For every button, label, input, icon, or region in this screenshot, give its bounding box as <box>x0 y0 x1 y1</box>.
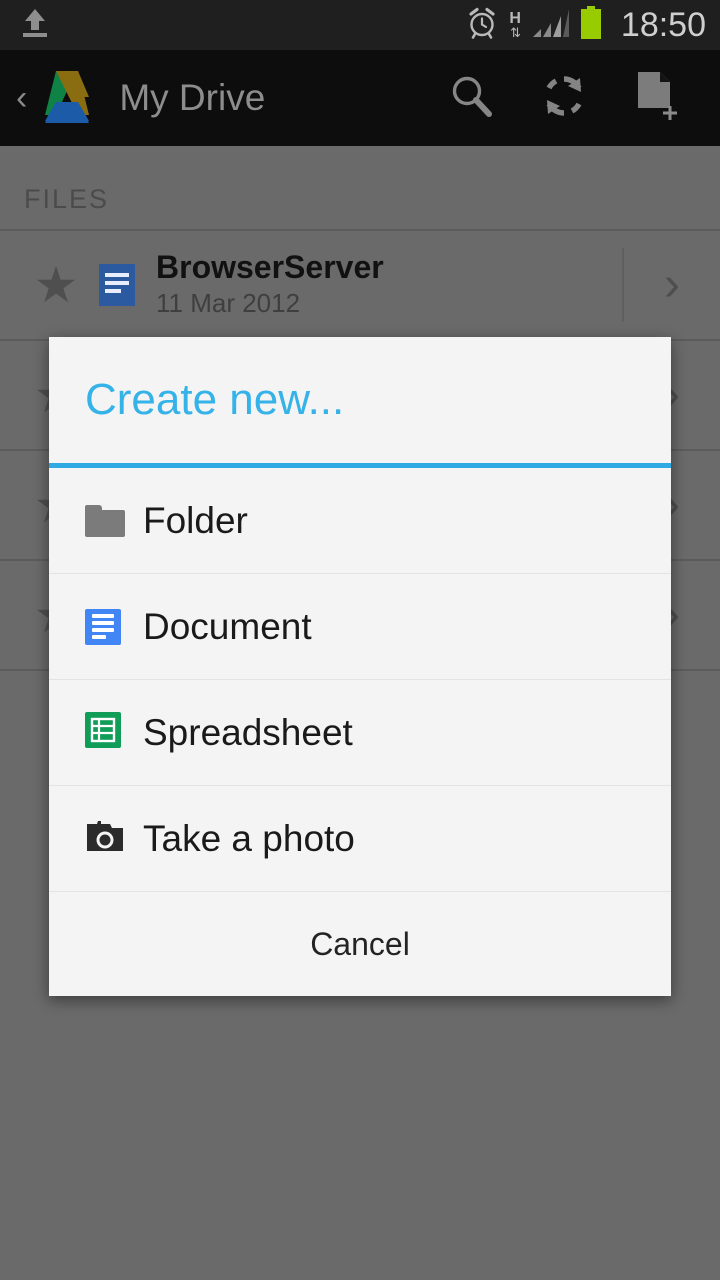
network-data-arrows: ⇅ <box>510 25 521 40</box>
battery-icon <box>579 5 603 45</box>
status-bar-clock: 18:50 <box>620 6 706 44</box>
search-icon <box>449 73 495 124</box>
files-section-header: FILES <box>0 146 720 231</box>
spreadsheet-icon-shape <box>85 712 121 753</box>
new-file-button[interactable] <box>610 50 702 146</box>
google-docs-icon <box>94 262 140 308</box>
dialog-header: Create new... <box>49 337 671 468</box>
file-name: BrowserServer <box>156 248 384 285</box>
doc-line <box>92 621 114 625</box>
doc-line <box>92 614 114 618</box>
star-icon[interactable]: ★ <box>18 260 94 310</box>
dialog-title: Create new... <box>85 375 345 424</box>
signal-bars-icon <box>531 7 569 44</box>
status-bar-right-icons: H ⇅ 18:50 <box>465 5 706 45</box>
page-title: My Drive <box>119 77 266 118</box>
chevron-right-icon[interactable]: › <box>624 261 720 309</box>
create-new-dialog: Create new... Folder Document Spreadshee… <box>49 337 671 996</box>
google-drive-logo-icon[interactable] <box>35 69 99 127</box>
doc-line <box>92 635 106 639</box>
search-button[interactable] <box>426 50 518 146</box>
upload-icon <box>20 7 50 44</box>
new-document-icon <box>632 70 680 127</box>
file-date: 11 Mar 2012 <box>156 288 301 319</box>
refresh-button[interactable] <box>518 50 610 146</box>
alarm-clock-icon <box>465 6 499 45</box>
action-bar: ‹ My Drive <box>0 50 720 146</box>
document-icon <box>85 608 129 645</box>
files-section-label: FILES <box>24 184 110 214</box>
document-icon-shape <box>85 608 121 645</box>
menu-item-label: Take a photo <box>143 818 355 859</box>
cancel-button[interactable]: Cancel <box>49 892 671 996</box>
camera-icon-shape <box>85 819 125 858</box>
menu-item-spreadsheet[interactable]: Spreadsheet <box>49 680 671 786</box>
spreadsheet-icon <box>85 712 129 753</box>
folder-icon-shape <box>85 504 125 537</box>
phone-screen: H ⇅ 18:50 ‹ My Drive FILES ★ BrowserServ… <box>0 0 720 1280</box>
cancel-button-label: Cancel <box>310 926 410 962</box>
camera-icon <box>85 819 129 858</box>
menu-item-label: Document <box>143 606 312 647</box>
table-row[interactable]: ★ BrowserServer 11 Mar 2012 › <box>0 231 720 341</box>
menu-item-label: Spreadsheet <box>143 712 353 753</box>
folder-body <box>85 509 125 537</box>
menu-item-take-a-photo[interactable]: Take a photo <box>49 786 671 892</box>
doc-line <box>92 628 114 632</box>
file-info: BrowserServer 11 Mar 2012 <box>156 248 622 320</box>
network-type-icon: H ⇅ <box>509 11 521 40</box>
folder-icon <box>85 504 129 537</box>
menu-item-document[interactable]: Document <box>49 574 671 680</box>
status-bar: H ⇅ 18:50 <box>0 0 720 50</box>
status-bar-left-icons <box>20 7 50 44</box>
back-navigation-button[interactable]: ‹ <box>10 81 33 115</box>
refresh-icon <box>540 72 588 125</box>
menu-item-folder[interactable]: Folder <box>49 468 671 574</box>
menu-item-label: Folder <box>143 500 248 541</box>
